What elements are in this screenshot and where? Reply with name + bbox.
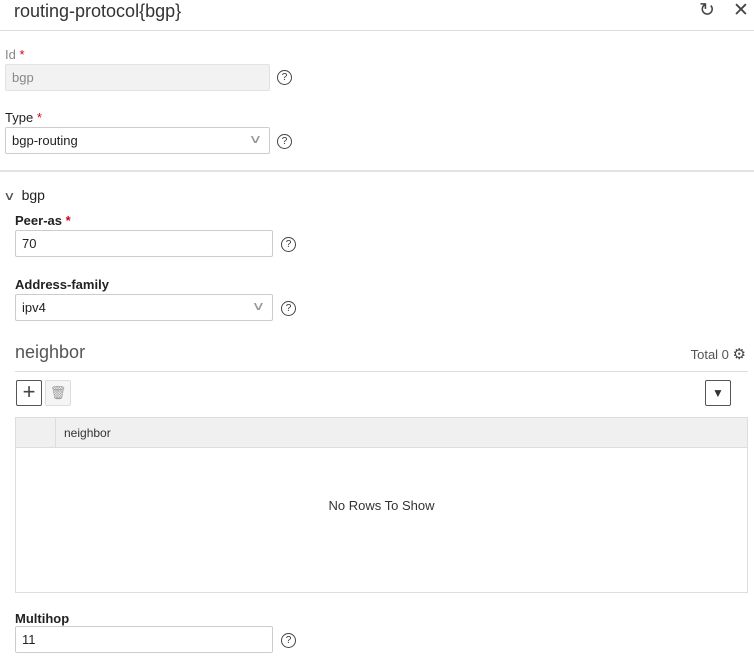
chevron-down-icon: ∨	[3, 189, 16, 203]
delete-button[interactable]: 🗑︎	[45, 380, 71, 406]
section-divider	[0, 170, 754, 172]
filter-button[interactable]: ▼	[705, 380, 731, 406]
neighbor-divider	[15, 371, 748, 372]
help-icon[interactable]: ?	[277, 70, 292, 85]
neighbor-title: neighbor	[15, 342, 86, 362]
address-family-select[interactable]: ipv4 ∨	[15, 294, 273, 321]
bgp-section-toggle[interactable]: ∨ bgp	[3, 187, 45, 203]
type-label: Type *	[5, 110, 42, 125]
address-family-label: Address-family	[15, 277, 109, 292]
empty-message: No Rows To Show	[328, 498, 435, 513]
chevron-down-icon: ∨	[251, 299, 266, 313]
table-header: neighbor	[16, 418, 747, 448]
header-divider	[0, 30, 754, 31]
help-icon[interactable]: ?	[281, 237, 296, 252]
id-label: Id *	[5, 47, 25, 62]
trash-icon: 🗑︎	[49, 385, 67, 400]
gear-icon[interactable]: ⚙	[733, 346, 746, 363]
type-select[interactable]: bgp-routing ∨	[5, 127, 270, 154]
id-field[interactable]: bgp	[5, 64, 270, 91]
chevron-down-icon: ∨	[248, 132, 263, 146]
multihop-field[interactable]: 11	[15, 626, 273, 653]
close-icon[interactable]: ✕	[733, 1, 749, 21]
peer-as-label: Peer-as *	[15, 213, 71, 228]
page-title: routing-protocol{bgp}	[14, 1, 182, 21]
add-button[interactable]: +	[16, 380, 42, 406]
peer-as-field[interactable]: 70	[15, 230, 273, 257]
column-header-neighbor[interactable]: neighbor	[56, 418, 119, 447]
help-icon[interactable]: ?	[281, 633, 296, 648]
neighbor-table: neighbor No Rows To Show	[15, 417, 748, 593]
neighbor-total: Total 0 ⚙	[690, 346, 746, 363]
help-icon[interactable]: ?	[281, 301, 296, 316]
help-icon[interactable]: ?	[277, 134, 292, 149]
multihop-label: Multihop	[15, 611, 70, 626]
refresh-icon[interactable]: ↻	[699, 1, 715, 21]
bgp-section-label: bgp	[21, 187, 45, 203]
select-column-header[interactable]	[16, 418, 56, 447]
filter-icon: ▼	[712, 386, 724, 400]
